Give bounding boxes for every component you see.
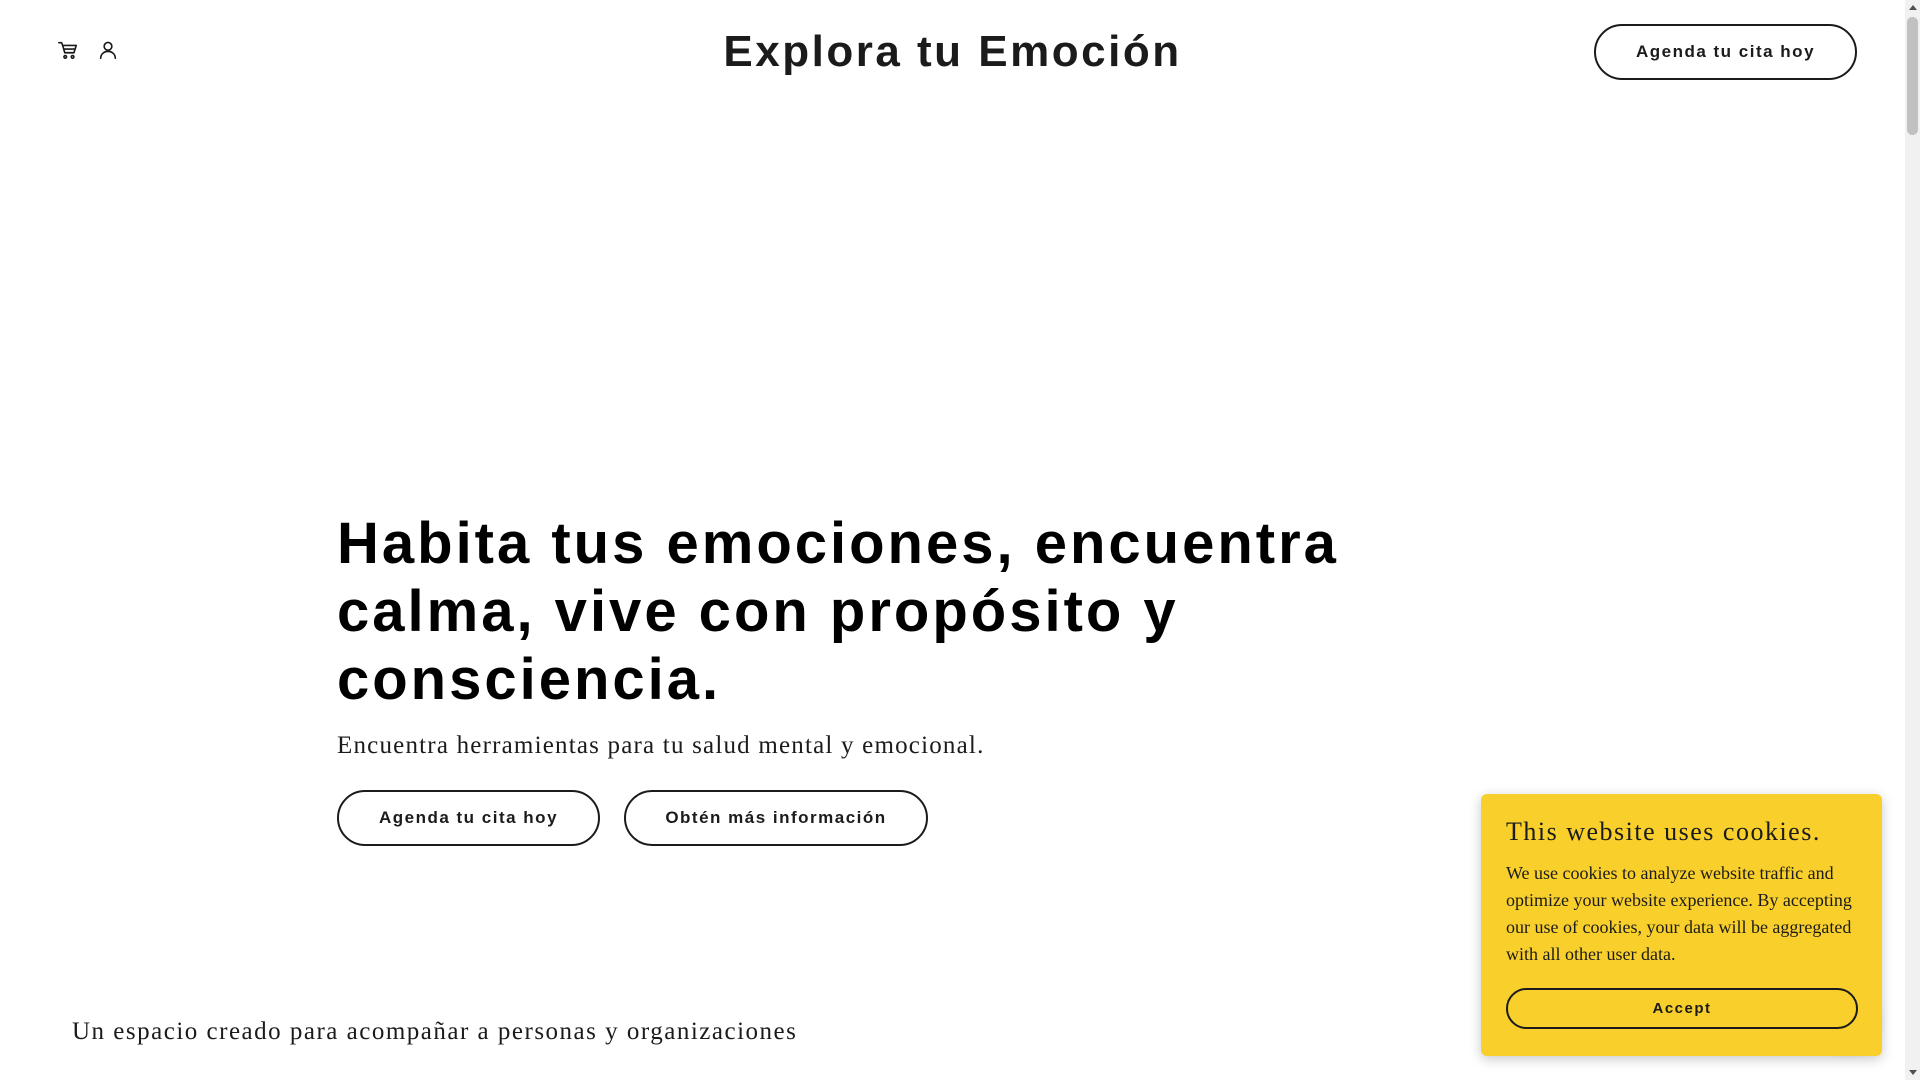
- section-tagline: Un espacio creado para acompañar a perso…: [72, 1018, 798, 1045]
- hero-more-info-button[interactable]: Obtén más información: [624, 790, 928, 846]
- scroll-down-arrow-icon[interactable]: [1905, 1065, 1920, 1080]
- page-scrollbar[interactable]: [1905, 0, 1920, 1080]
- hero-book-appointment-button[interactable]: Agenda tu cita hoy: [337, 790, 600, 846]
- hero-subtitle: Encuentra herramientas para tu salud men…: [337, 732, 985, 759]
- scroll-up-arrow-icon[interactable]: [1905, 0, 1920, 15]
- scrollbar-thumb[interactable]: [1907, 17, 1918, 135]
- page: Explora tu Emoción Agenda tu cita hoy Ha…: [0, 0, 1905, 1080]
- cookie-banner-text: We use cookies to analyze website traffi…: [1506, 863, 1852, 964]
- hero-title: Habita tus emociones, encuentra calma, v…: [337, 511, 1339, 712]
- cookie-accept-button[interactable]: Accept: [1506, 988, 1858, 1029]
- cookie-banner: This website uses cookies. We use cookie…: [1481, 794, 1882, 1056]
- cookie-banner-title: This website uses cookies.: [1506, 817, 1821, 846]
- header-book-appointment-button[interactable]: Agenda tu cita hoy: [1594, 24, 1857, 80]
